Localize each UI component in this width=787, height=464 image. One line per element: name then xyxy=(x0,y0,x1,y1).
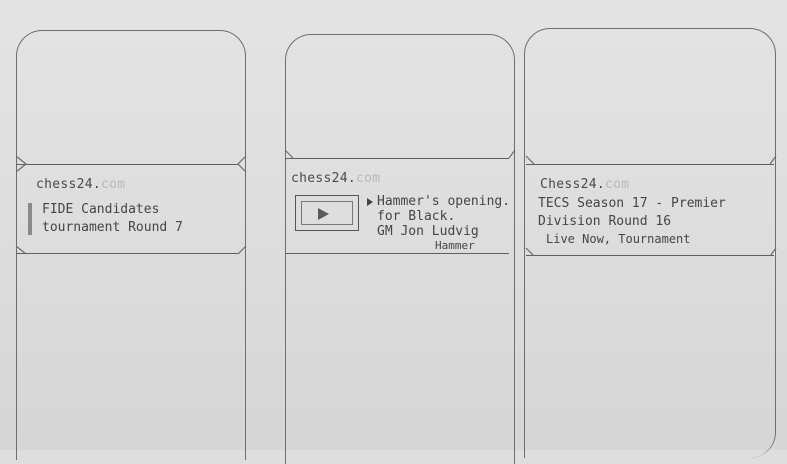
card-headline-line-4: Hammer xyxy=(435,239,475,252)
feed-card-2[interactable]: chess24.com Hammer's opening. for Black.… xyxy=(285,158,510,254)
card-brand: chess24.com xyxy=(36,177,126,192)
card-headline-line-1: FIDE Candidates xyxy=(42,202,160,217)
bullet-arrow-icon xyxy=(367,198,373,206)
play-icon[interactable] xyxy=(318,208,329,220)
feed-card-1[interactable]: chess24.com FIDE Candidates tournament R… xyxy=(16,164,238,254)
card-headline-line-3: Live Now, Tournament xyxy=(546,232,691,246)
card-brand: Chess24.com xyxy=(540,177,630,192)
card-headline-line-2: Division Round 16 xyxy=(538,214,672,229)
accent-bar xyxy=(28,203,32,235)
card-headline-line-1: TECS Season 17 - Premier xyxy=(538,196,726,211)
card-headline-line-2: tournament Round 7 xyxy=(42,220,183,235)
card-brand: chess24.com xyxy=(291,171,381,186)
video-thumbnail[interactable] xyxy=(295,195,359,231)
feed-card-3[interactable]: Chess24.com TECS Season 17 - Premier Div… xyxy=(526,164,774,256)
